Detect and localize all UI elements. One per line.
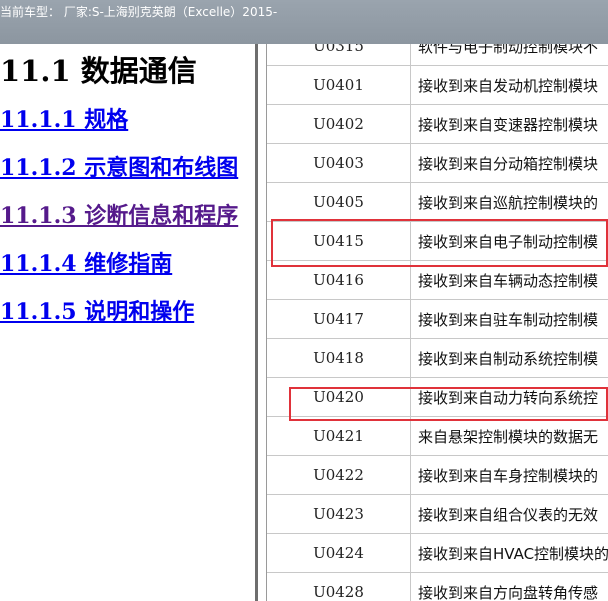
dtc-description-cell: 接收到来自组合仪表的无效 — [410, 494, 608, 534]
table-row: U0416 接收到来自车辆动态控制模 — [267, 260, 608, 300]
dtc-code-cell: U0401 — [267, 65, 411, 105]
toc-link-specifications[interactable]: 11.1.1 规格 — [0, 102, 128, 134]
dtc-description-cell: 接收到来自方向盘转角传感 — [410, 572, 608, 601]
dtc-description-cell: 软件与电子制动控制模块不 — [410, 44, 608, 66]
dtc-code-cell: U0418 — [267, 338, 411, 378]
table-row: U0315 软件与电子制动控制模块不 — [267, 44, 608, 66]
dtc-code-cell: U0405 — [267, 182, 411, 222]
table-row: U0424 接收到来自HVAC控制模块的 — [267, 533, 608, 573]
dtc-code-cell: U0417 — [267, 299, 411, 339]
toc-link-schematics[interactable]: 11.1.2 示意图和布线图 — [0, 150, 238, 182]
table-row: U0403 接收到来自分动箱控制模块 — [267, 143, 608, 183]
table-row: U0401 接收到来自发动机控制模块 — [267, 65, 608, 105]
table-row: U0402 接收到来自变速器控制模块 — [267, 104, 608, 144]
dtc-description-cell: 接收到来自变速器控制模块 — [410, 104, 608, 144]
dtc-table-body: U0315 软件与电子制动控制模块不 U0401 接收到来自发动机控制模块 U0402 接… — [267, 44, 608, 601]
dtc-description-cell: 接收到来自巡航控制模块的 — [410, 182, 608, 222]
dtc-description-cell: 接收到来自发动机控制模块 — [410, 65, 608, 105]
dtc-description-cell: 接收到来自电子制动控制模 — [410, 221, 608, 261]
dtc-content-panel: U0315 软件与电子制动控制模块不 U0401 接收到来自发动机控制模块 U0402 接… — [258, 44, 608, 601]
dtc-description-cell: 来自悬架控制模块的数据无 — [410, 416, 608, 456]
toc-link-repair-guide[interactable]: 11.1.4 维修指南 — [0, 246, 172, 278]
dtc-table: U0315 软件与电子制动控制模块不 U0401 接收到来自发动机控制模块 U0402 接… — [267, 44, 608, 601]
dtc-description-cell: 接收到来自制动系统控制模 — [410, 338, 608, 378]
dtc-description-cell: 接收到来自分动箱控制模块 — [410, 143, 608, 183]
dtc-code-cell: U0402 — [267, 104, 411, 144]
dtc-code-cell: U0416 — [267, 260, 411, 300]
table-row: U0420 接收到来自动力转向系统控 — [267, 377, 608, 417]
table-row: U0418 接收到来自制动系统控制模 — [267, 338, 608, 378]
dtc-code-cell: U0420 — [267, 377, 411, 417]
table-row: U0428 接收到来自方向盘转角传感 — [267, 572, 608, 601]
dtc-code-cell: U0315 — [267, 44, 411, 66]
dtc-code-cell: U0424 — [267, 533, 411, 573]
table-row: U0423 接收到来自组合仪表的无效 — [267, 494, 608, 534]
table-row: U0405 接收到来自巡航控制模块的 — [267, 182, 608, 222]
vehicle-model-label: 当前车型： 厂家:S-上海别克英朗（Excelle）2015- — [0, 5, 278, 19]
dtc-description-cell: 接收到来自车身控制模块的 — [410, 455, 608, 495]
table-row: U0417 接收到来自驻车制动控制模 — [267, 299, 608, 339]
dtc-code-cell: U0423 — [267, 494, 411, 534]
dtc-code-cell: U0415 — [267, 221, 411, 261]
table-row: U0415 接收到来自电子制动控制模 — [267, 221, 608, 261]
section-heading: 11.1 数据通信 — [0, 54, 197, 88]
dtc-code-cell: U0403 — [267, 143, 411, 183]
table-row: U0422 接收到来自车身控制模块的 — [267, 455, 608, 495]
dtc-description-cell: 接收到来自HVAC控制模块的 — [410, 533, 608, 573]
toc-link-description-operation[interactable]: 11.1.5 说明和操作 — [0, 294, 194, 326]
dtc-description-cell: 接收到来自车辆动态控制模 — [410, 260, 608, 300]
toc-panel: 11.1 数据通信 11.1.1 规格 11.1.2 示意图和布线图 11.1.… — [0, 44, 252, 601]
dtc-description-cell: 接收到来自动力转向系统控 — [410, 377, 608, 417]
table-row: U0421 来自悬架控制模块的数据无 — [267, 416, 608, 456]
title-bar: 当前车型： 厂家:S-上海别克英朗（Excelle）2015- — [0, 0, 608, 44]
toc-link-diagnostics[interactable]: 11.1.3 诊断信息和程序 — [0, 198, 238, 230]
dtc-code-cell: U0428 — [267, 572, 411, 601]
dtc-code-cell: U0422 — [267, 455, 411, 495]
dtc-description-cell: 接收到来自驻车制动控制模 — [410, 299, 608, 339]
dtc-code-cell: U0421 — [267, 416, 411, 456]
